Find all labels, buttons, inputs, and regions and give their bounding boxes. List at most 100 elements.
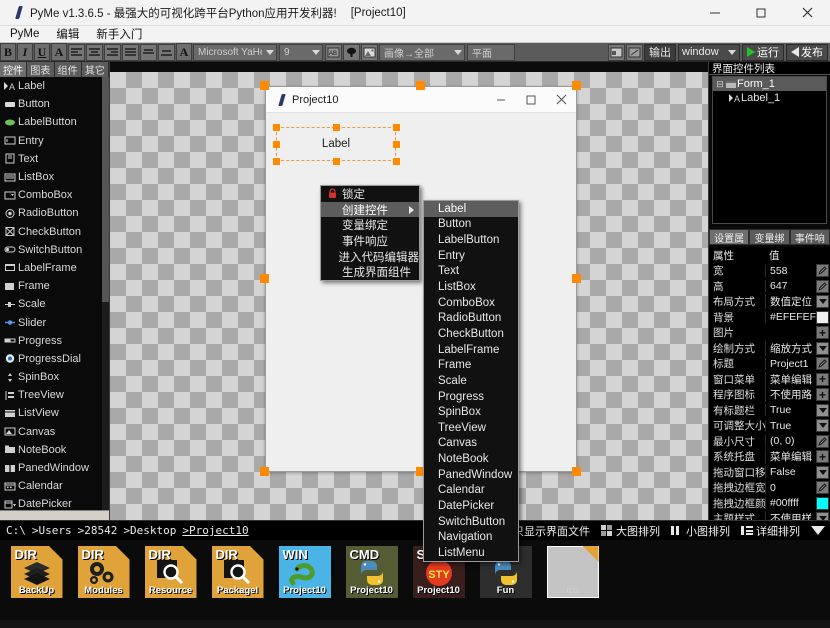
palette-scrollbar[interactable] (102, 77, 109, 510)
submenu-item-listmenu[interactable]: ListMenu (424, 545, 518, 561)
text-style-button[interactable]: A (176, 43, 192, 61)
submenu-item-canvas[interactable]: Canvas (424, 436, 518, 452)
abc-image-icon[interactable]: AB (325, 43, 342, 61)
submenu-item-label[interactable]: Label (424, 201, 518, 217)
property-add-button[interactable]: + (816, 372, 829, 386)
submenu-item-listbox[interactable]: ListBox (424, 279, 518, 295)
submenu-item-panedwindow[interactable]: PanedWindow (424, 467, 518, 483)
tree-expander-icon[interactable]: ⊟ (715, 79, 725, 90)
palette-item-panedwindow[interactable]: PanedWindow (0, 459, 109, 477)
path-segment-project[interactable]: >Project10 (182, 524, 248, 537)
file-item[interactable]: DIR Resource (140, 546, 201, 620)
create-widget-submenu[interactable]: Label Button LabelButton Entry Text ListBox Co… (423, 200, 519, 562)
palette-item-labelframe[interactable]: LabelFrame (0, 259, 109, 277)
tab-set-properties[interactable]: 设置属 (709, 229, 750, 245)
palette-item-treeview[interactable]: TreeView (0, 386, 109, 404)
menu-getting-started[interactable]: 新手入门 (96, 26, 142, 42)
palette-item-text[interactable]: Text (0, 150, 109, 168)
palette-item-label[interactable]: A Label (0, 77, 109, 95)
palette-item-spinbox[interactable]: SpinBox (0, 368, 109, 386)
submenu-item-labelframe[interactable]: LabelFrame (424, 342, 518, 358)
context-menu-item-4[interactable]: 进入代码编辑器 (321, 249, 420, 265)
file-item[interactable]: DIR PackageI (207, 546, 268, 620)
path-segment-desktop[interactable]: >Desktop (123, 524, 176, 537)
small-icons-button[interactable]: 小图排列 (670, 523, 730, 539)
console-clear-icon[interactable] (626, 43, 643, 61)
property-value[interactable]: 不使用路 (765, 387, 816, 403)
submenu-item-text[interactable]: Text (424, 264, 518, 280)
property-value[interactable]: 缩放方式 (765, 340, 816, 356)
property-dropdown-button[interactable] (816, 403, 829, 417)
picture-icon[interactable] (361, 43, 378, 61)
property-add-button[interactable]: + (816, 450, 829, 464)
palette-item-button[interactable]: Button (0, 95, 109, 113)
submenu-item-spinbox[interactable]: SpinBox (424, 404, 518, 420)
palette-tab-components[interactable]: 组件 (54, 62, 82, 77)
align-left-icon[interactable] (68, 43, 85, 61)
file-item[interactable]: ico (542, 546, 603, 620)
submenu-item-notebook[interactable]: NoteBook (424, 451, 518, 467)
property-add-button[interactable]: + (816, 388, 829, 402)
property-value[interactable]: 数值定位 (765, 294, 816, 310)
align-center-icon[interactable] (86, 43, 103, 61)
large-icons-button[interactable]: 大图排列 (600, 523, 660, 539)
palette-item-calendar[interactable]: Calendar (0, 477, 109, 495)
palette-item-labelbutton[interactable]: LabelButton (0, 113, 109, 131)
valign-bottom-icon[interactable] (158, 43, 175, 61)
palette-item-scale[interactable]: Scale (0, 295, 109, 313)
label-widget[interactable]: Label (276, 127, 396, 161)
property-value[interactable]: True (765, 404, 816, 417)
file-item[interactable]: CMD Project10 (341, 546, 402, 620)
property-dropdown-button[interactable] (816, 465, 829, 479)
context-menu[interactable]: 锁定 创建控件 变量绑定 事件响应 进入代码编辑器 生成界面组件 (320, 185, 420, 282)
submenu-item-entry[interactable]: Entry (424, 248, 518, 264)
property-value[interactable]: False (765, 466, 816, 479)
maximize-button[interactable] (738, 0, 784, 26)
window-target-select[interactable]: window (678, 43, 740, 61)
palette-item-listbox[interactable]: ListBox (0, 168, 109, 186)
submenu-item-progress[interactable]: Progress (424, 389, 518, 405)
italic-button[interactable]: I (17, 43, 33, 61)
submenu-item-button[interactable]: Button (424, 217, 518, 233)
palette-item-combobox[interactable]: ComboBox (0, 186, 109, 204)
underline-button[interactable]: U (34, 43, 50, 61)
submenu-item-labelbutton[interactable]: LabelButton (424, 232, 518, 248)
property-edit-button[interactable] (816, 264, 829, 278)
context-menu-item-3[interactable]: 事件响应 (321, 233, 419, 249)
context-menu-item-2[interactable]: 变量绑定 (321, 217, 419, 233)
palette-tab-others[interactable]: 其它 (81, 62, 109, 77)
submenu-item-frame[interactable]: Frame (424, 357, 518, 373)
palette-item-slider[interactable]: Slider (0, 313, 109, 331)
property-value[interactable]: True (765, 419, 816, 432)
context-menu-item-1[interactable]: 创建控件 (321, 201, 419, 218)
palette-item-datepicker[interactable]: DatePicker (0, 495, 109, 510)
submenu-item-combobox[interactable]: ComboBox (424, 295, 518, 311)
submenu-item-checkbutton[interactable]: CheckButton (424, 326, 518, 342)
palette-item-notebook[interactable]: NoteBook (0, 441, 109, 459)
tree-shape-icon[interactable] (343, 43, 360, 61)
plane-mode-select[interactable]: 平面 (467, 43, 515, 61)
design-form-body[interactable]: Label (266, 113, 576, 470)
context-menu-item-5[interactable]: 生成界面组件 (321, 264, 419, 280)
output-button[interactable]: 输出 (644, 43, 676, 61)
form-close-button[interactable] (546, 87, 576, 113)
palette-item-progress[interactable]: Progress (0, 332, 109, 350)
property-add-button[interactable]: + (816, 326, 829, 340)
property-value[interactable]: 0 (765, 481, 816, 494)
palette-item-radiobutton[interactable]: RadioButton (0, 204, 109, 222)
property-dropdown-button[interactable] (816, 295, 829, 309)
property-color-swatch[interactable] (816, 310, 829, 324)
property-value[interactable]: Project1 (765, 357, 816, 370)
view-dropdown-button[interactable] (810, 523, 826, 539)
font-size-select[interactable]: 9 (279, 43, 323, 61)
form-maximize-button[interactable] (516, 87, 546, 113)
property-dropdown-button[interactable] (816, 419, 829, 433)
palette-item-canvas[interactable]: Canvas (0, 423, 109, 441)
file-item[interactable]: WIN Project10 (274, 546, 335, 620)
property-color-swatch[interactable] (816, 496, 829, 510)
tab-variable-binding[interactable]: 变量绑 (749, 229, 790, 245)
property-value[interactable]: 菜单编辑 (765, 449, 816, 465)
tree-node-label_1[interactable]: A Label_1 (713, 91, 826, 105)
path-segment-users[interactable]: >Users (32, 524, 72, 537)
submenu-item-treeview[interactable]: TreeView (424, 420, 518, 436)
